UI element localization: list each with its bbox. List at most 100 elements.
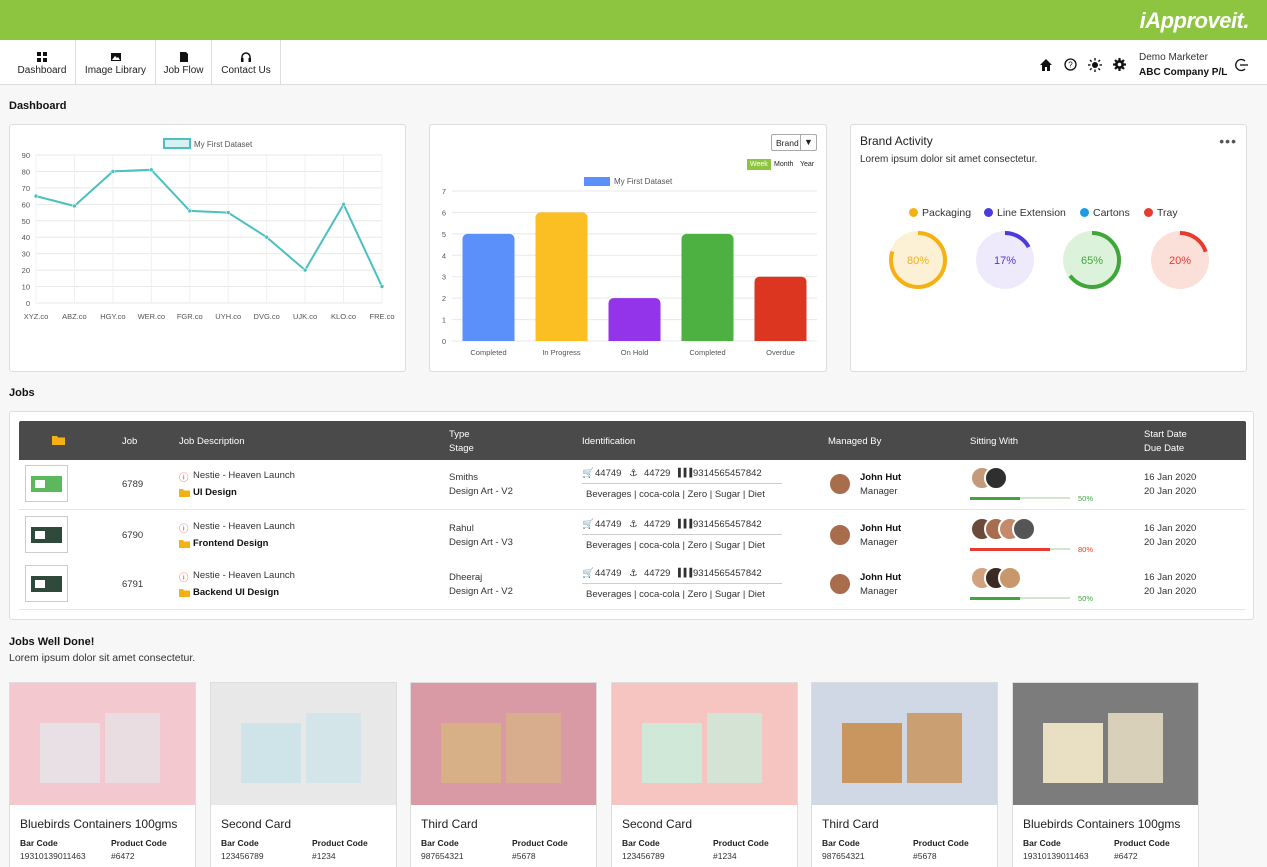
manager-name: John Hut: [860, 572, 902, 583]
avatar[interactable]: [1012, 517, 1036, 541]
logout-icon[interactable]: [1235, 58, 1249, 72]
legend-label: Packaging: [922, 207, 972, 219]
avatar[interactable]: [998, 566, 1022, 590]
table-row[interactable]: 6789 ⓘ Nestie - Heaven Launch UI Design Smit…: [19, 460, 1246, 510]
y-tick-label: 5: [442, 230, 446, 239]
help-icon[interactable]: ?: [1064, 58, 1077, 71]
svg-text:?: ?: [1068, 61, 1073, 70]
job-thumbnail[interactable]: [25, 465, 68, 502]
bar-code-value: 123456789: [622, 851, 665, 861]
job-task[interactable]: UI Design: [193, 487, 237, 498]
donut-label: 20%: [1169, 255, 1191, 267]
bar-code-value: 19310139011463: [1023, 851, 1089, 861]
y-tick-label: 0: [442, 337, 446, 346]
product-name: Second Card: [221, 817, 292, 831]
manager-name: John Hut: [860, 472, 902, 483]
job-thumbnail[interactable]: [25, 565, 68, 602]
x-tick-label: In Progress: [542, 348, 581, 357]
folder-icon: [52, 436, 65, 445]
legend-dot: [1144, 208, 1153, 217]
nav-item-image-library[interactable]: Image Library: [76, 40, 156, 84]
job-stage: Design Art - V2: [449, 586, 513, 597]
nav-label: Dashboard: [17, 65, 67, 76]
more-options-icon[interactable]: •••: [1219, 133, 1237, 149]
y-tick-label: 0: [26, 299, 30, 308]
bar-base: [535, 335, 588, 341]
bar: [535, 212, 588, 341]
barcode: 9314565457842: [693, 519, 762, 530]
product-code-label: Product Code: [111, 838, 167, 848]
x-tick-label: XYZ.co: [24, 312, 49, 321]
product-card[interactable]: Third Card Bar Code Product Code 987654321 #…: [811, 682, 998, 867]
progress-label: 80%: [1078, 545, 1094, 554]
product-card[interactable]: Bluebirds Containers 100gms Bar Code Produ…: [9, 682, 196, 867]
divider: [582, 483, 782, 484]
y-tick-label: 60: [22, 200, 30, 209]
due-date: 20 Jan 2020: [1144, 537, 1197, 548]
job-task[interactable]: Backend UI Design: [193, 587, 279, 598]
progress-fill: [970, 597, 1020, 600]
header-start-date: Start Date: [1144, 429, 1187, 440]
bar-code-value: 123456789: [221, 851, 264, 861]
job-task[interactable]: Frontend Design: [193, 538, 268, 549]
y-tick-label: 70: [22, 184, 30, 193]
manager-avatar: [828, 572, 852, 596]
sun-icon[interactable]: [1088, 58, 1102, 72]
line-chart-card: 0 10 20 30 40 50 60 70 80 90 XYZ.co ABZ.co HGY.co WER…: [9, 124, 406, 372]
app-logo[interactable]: iApproveit.: [1140, 8, 1250, 34]
product-card[interactable]: Second Card Bar Code Product Code 123456789…: [210, 682, 397, 867]
table-row[interactable]: 6791 ⓘ Nestie - Heaven Launch Backend UI De…: [19, 560, 1246, 610]
product-name: Bluebirds Containers 100gms: [20, 817, 178, 831]
bar-base: [754, 335, 807, 341]
bar: [462, 233, 515, 341]
job-number[interactable]: 6789: [122, 479, 143, 490]
jobs-table: Job Job Description Type Stage Identific…: [9, 411, 1254, 620]
brand-filter[interactable]: Brand ▼: [771, 134, 817, 151]
product-card[interactable]: Second Card Bar Code Product Code 123456789…: [611, 682, 798, 867]
divider: [582, 583, 782, 584]
nav-item-contact-us[interactable]: Contact Us: [212, 40, 281, 84]
line-chart: 0 10 20 30 40 50 60 70 80 90 XYZ.co ABZ.co HGY.co WER…: [22, 138, 395, 321]
nav-label: Job Flow: [163, 65, 204, 76]
x-tick-label: Overdue: [766, 348, 795, 357]
legend-swatch: [163, 138, 191, 149]
x-tick-label: WER.co: [138, 312, 166, 321]
header-type: Type: [449, 429, 470, 440]
data-point: [110, 169, 116, 174]
bar-code-value: 987654321: [421, 851, 464, 861]
home-icon[interactable]: [1039, 58, 1053, 72]
x-tick-label: FRE.co: [369, 312, 394, 321]
table-row[interactable]: 6790 ⓘ Nestie - Heaven Launch Frontend Desi…: [19, 511, 1246, 561]
job-number[interactable]: 6790: [122, 530, 143, 541]
anchor-icon: ⚓: [629, 468, 638, 479]
barcode: 9314565457842: [693, 468, 762, 479]
product-card[interactable]: Bluebirds Containers 100gms Bar Code Produ…: [1012, 682, 1199, 867]
nav-item-dashboard[interactable]: Dashboard: [9, 40, 76, 84]
data-point: [187, 208, 193, 214]
cart-code: 44749: [595, 568, 622, 579]
job-tags: Beverages | coca-cola | Zero | Sugar | D…: [586, 540, 765, 551]
y-tick-label: 2: [442, 294, 446, 303]
x-tick-label: Completed: [689, 348, 725, 357]
bar: [681, 233, 734, 341]
period-month[interactable]: Month: [771, 159, 796, 170]
well-done-title: Jobs Well Done!: [9, 636, 95, 648]
nav-item-job-flow[interactable]: Job Flow: [156, 40, 212, 84]
bar-code-label: Bar Code: [221, 838, 259, 848]
job-thumbnail[interactable]: [25, 516, 68, 553]
product-image: [10, 683, 195, 805]
legend-tray: Tray: [1144, 207, 1178, 219]
manager-avatar: [828, 523, 852, 547]
job-number[interactable]: 6791: [122, 579, 143, 590]
user-name[interactable]: Demo Marketer: [1139, 52, 1208, 63]
product-card[interactable]: Third Card Bar Code Product Code 987654321 #…: [410, 682, 597, 867]
job-type: Rahul: [449, 523, 474, 534]
period-week[interactable]: Week: [747, 159, 771, 170]
brand-activity-title: Brand Activity: [860, 134, 933, 148]
bar-code-label: Bar Code: [822, 838, 860, 848]
gear-icon[interactable]: [1113, 58, 1126, 71]
x-tick-label: UYH.co: [215, 312, 241, 321]
period-year[interactable]: Year: [797, 159, 817, 170]
y-tick-label: 7: [442, 187, 446, 196]
avatar[interactable]: [984, 466, 1008, 490]
